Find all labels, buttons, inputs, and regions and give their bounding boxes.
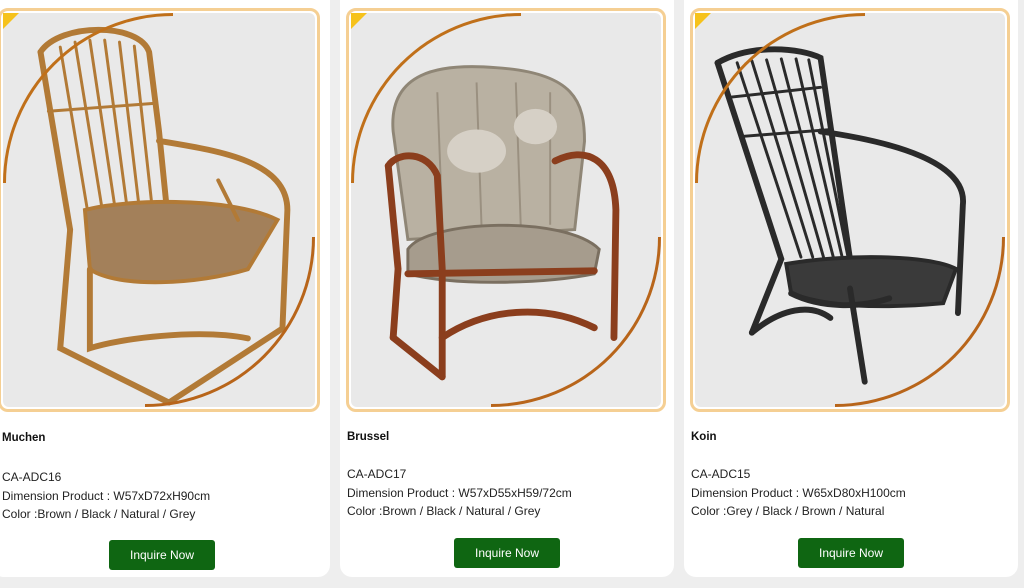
- product-image[interactable]: [0, 8, 320, 412]
- product-colors: Color :Brown / Black / Natural / Grey: [2, 507, 196, 521]
- product-colors: Color :Grey / Black / Brown / Natural: [691, 504, 885, 518]
- inquire-now-button[interactable]: Inquire Now: [798, 538, 904, 568]
- product-code: CA-ADC15: [691, 467, 751, 481]
- product-dimension: Dimension Product : W65xD80xH100cm: [691, 485, 906, 500]
- product-info: CA-ADC16 Dimension Product : W57xD72xH90…: [2, 468, 210, 524]
- product-title[interactable]: Koin: [691, 431, 717, 443]
- product-dimension: Dimension Product : W57xD55xH59/72cm: [347, 485, 572, 500]
- product-info: CA-ADC15 Dimension Product : W65xD80xH10…: [691, 465, 906, 521]
- product-colors: Color :Brown / Black / Natural / Grey: [347, 504, 541, 518]
- product-info: CA-ADC17 Dimension Product : W57xD55xH59…: [347, 465, 572, 521]
- product-code: CA-ADC17: [347, 467, 407, 481]
- inquire-now-button[interactable]: Inquire Now: [109, 540, 215, 570]
- product-image[interactable]: [690, 8, 1010, 412]
- product-grid: Muchen CA-ADC16 Dimension Product : W57x…: [0, 0, 1024, 588]
- product-code: CA-ADC16: [2, 470, 62, 484]
- product-title[interactable]: Muchen: [2, 432, 45, 444]
- product-card: Koin CA-ADC15 Dimension Product : W65xD8…: [684, 0, 1018, 577]
- product-card: Brussel CA-ADC17 Dimension Product : W57…: [340, 0, 674, 577]
- product-dimension: Dimension Product : W57xD72xH90cm: [2, 488, 211, 503]
- product-card: Muchen CA-ADC16 Dimension Product : W57x…: [0, 0, 330, 577]
- inquire-now-button[interactable]: Inquire Now: [454, 538, 560, 568]
- product-title[interactable]: Brussel: [347, 431, 389, 443]
- product-image[interactable]: [346, 8, 666, 412]
